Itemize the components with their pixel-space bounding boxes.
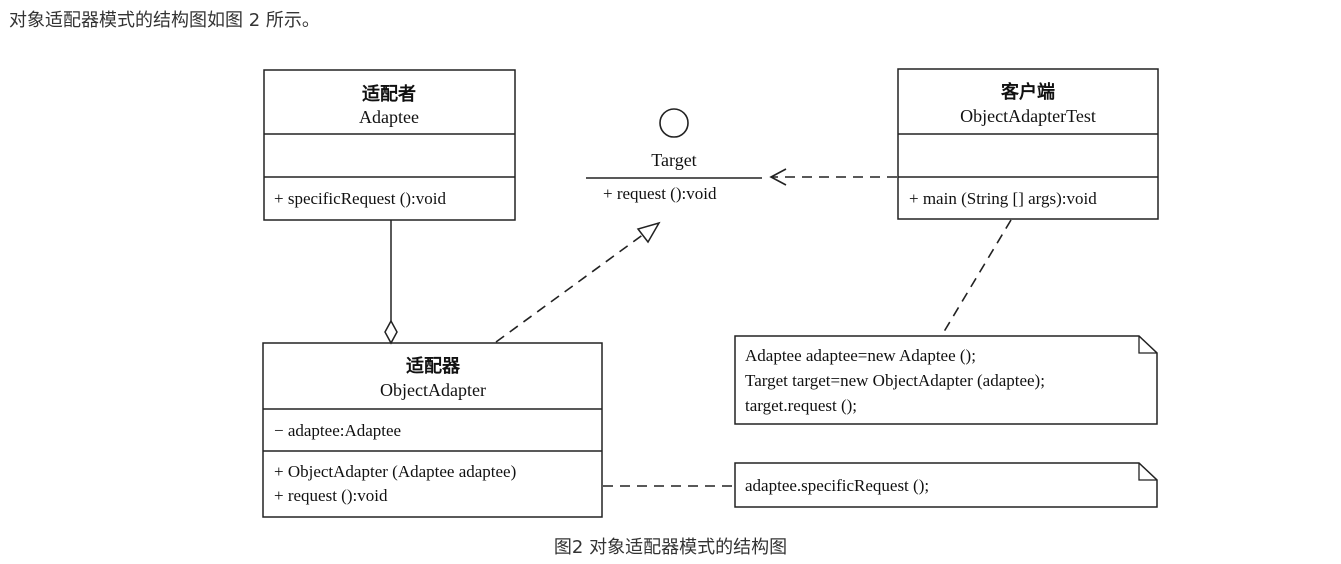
realization-connector: [495, 221, 661, 343]
client-note-line: Adaptee adaptee=new Adaptee ();: [745, 346, 976, 365]
adapter-note-line: adaptee.specificRequest ();: [745, 476, 929, 495]
uml-diagram: 适配者 Adaptee + specificRequest ():void Ta…: [262, 68, 1159, 518]
client-note-anchor: [941, 219, 1012, 336]
adapter-title-cn: 适配器: [406, 356, 461, 377]
adaptee-title-en: Adaptee: [359, 107, 419, 127]
adaptee-class: 适配者 Adaptee + specificRequest ():void: [263, 69, 516, 221]
client-note: Adaptee adaptee=new Adaptee (); Target t…: [734, 335, 1158, 425]
adapter-operation: + request ():void: [274, 486, 388, 505]
client-operation: + main (String [] args):void: [909, 189, 1097, 208]
target-operation: + request ():void: [603, 184, 717, 203]
adapter-operation: + ObjectAdapter (Adaptee adaptee): [274, 462, 516, 481]
dependency-connector: [769, 168, 897, 186]
adapter-title-en: ObjectAdapter: [380, 380, 486, 400]
client-title-en: ObjectAdapterTest: [960, 106, 1096, 126]
client-class: 客户端 ObjectAdapterTest + main (String [] …: [897, 68, 1159, 220]
adapter-attribute: − adaptee:Adaptee: [274, 421, 401, 440]
aggregation-connector: [384, 220, 398, 345]
target-name: Target: [651, 150, 696, 170]
target-interface: Target + request ():void: [586, 108, 762, 203]
interface-circle-icon: [659, 108, 689, 138]
aggregation-diamond-icon: [384, 319, 398, 345]
realization-arrowhead-icon: [636, 221, 661, 244]
adapter-note: adaptee.specificRequest ();: [734, 462, 1158, 508]
adaptee-title-cn: 适配者: [362, 84, 416, 105]
client-note-line: target.request ();: [745, 396, 857, 415]
client-note-line: Target target=new ObjectAdapter (adaptee…: [745, 371, 1045, 390]
adapter-class: 适配器 ObjectAdapter − adaptee:Adaptee + Ob…: [262, 342, 603, 518]
client-title-cn: 客户端: [1001, 81, 1055, 103]
adaptee-operation: + specificRequest ():void: [274, 189, 446, 208]
figure-caption: 图2 对象适配器模式的结构图: [553, 537, 788, 558]
